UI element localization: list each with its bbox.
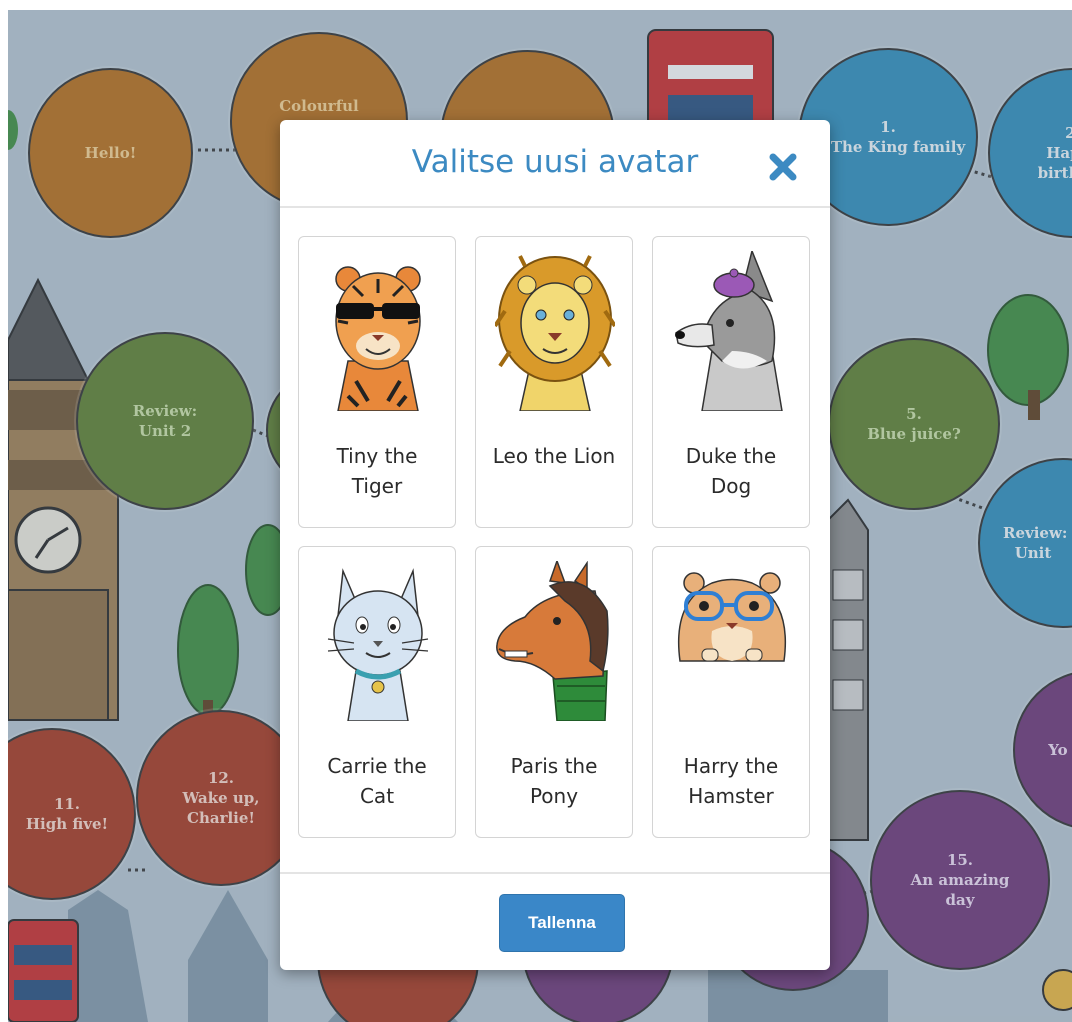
dialog-footer: Tallenna (280, 872, 830, 970)
avatar-name: Harry the Hamster (683, 754, 779, 808)
dialog-header: Valitse uusi avatar (280, 120, 830, 208)
hamster-avatar-icon (677, 572, 787, 662)
avatar-card-cat[interactable]: Carrie the Cat (298, 546, 456, 838)
avatar-grid: Tiny the Tiger Leo the Lion Duke the Dog… (280, 210, 830, 870)
avatar-name: Tiny the Tiger (336, 444, 418, 498)
avatar-name: Leo the Lion (492, 444, 616, 468)
avatar-card-tiger[interactable]: Tiny the Tiger (298, 236, 456, 528)
avatar-name: Paris the Pony (510, 754, 598, 808)
avatar-card-pony[interactable]: Paris the Pony (475, 546, 633, 838)
close-icon (769, 153, 797, 181)
dialog-title: Valitse uusi avatar (411, 144, 699, 180)
avatar-name: Duke the Dog (685, 444, 777, 498)
tiger-avatar-icon (335, 266, 421, 411)
lion-avatar-icon (495, 255, 615, 411)
avatar-dialog: Valitse uusi avatar Tiny the Tiger Leo t… (280, 120, 830, 970)
pony-avatar-icon (496, 561, 609, 721)
close-button[interactable] (766, 150, 800, 184)
avatar-name: Carrie the Cat (327, 754, 427, 808)
cat-avatar-icon (327, 568, 429, 721)
save-button[interactable]: Tallenna (499, 894, 625, 952)
avatar-card-lion[interactable]: Leo the Lion (475, 236, 633, 528)
avatar-card-hamster[interactable]: Harry the Hamster (652, 546, 810, 838)
avatar-card-dog[interactable]: Duke the Dog (652, 236, 810, 528)
dog-avatar-icon (675, 251, 783, 411)
